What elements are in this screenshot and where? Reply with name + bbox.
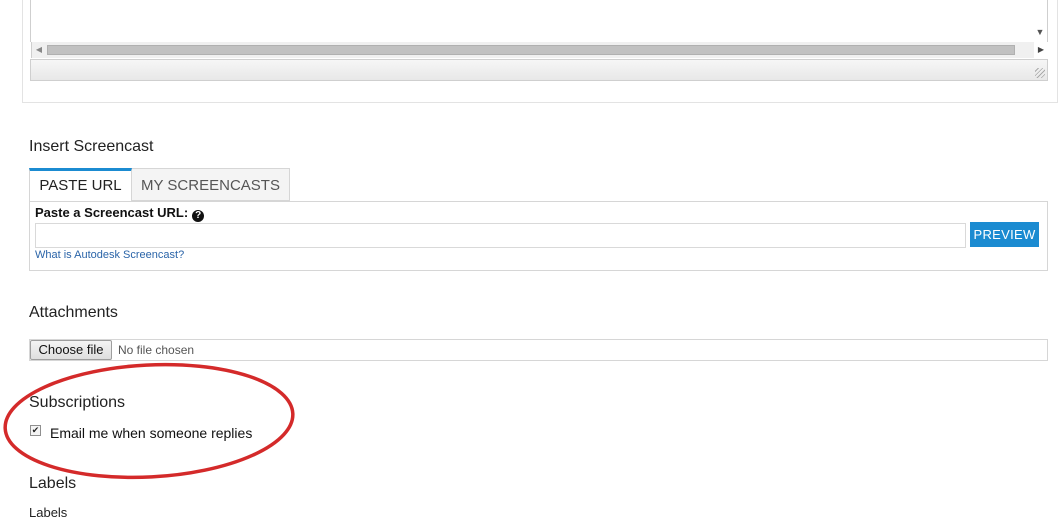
annotation-ellipse — [3, 362, 295, 480]
preview-button[interactable]: PREVIEW — [970, 222, 1039, 247]
labels-heading: Labels — [29, 475, 77, 492]
file-input[interactable]: Choose file No file chosen — [29, 339, 1048, 361]
email-replies-checkbox[interactable]: ✔ — [30, 425, 41, 436]
editor-text-area[interactable] — [30, 0, 1048, 42]
email-replies-label[interactable]: Email me when someone replies — [50, 425, 252, 441]
annotation-ellipse-shape — [3, 362, 295, 480]
screencast-url-input[interactable] — [35, 223, 966, 248]
resize-grip-icon[interactable] — [1035, 68, 1045, 78]
scroll-right-arrow-icon[interactable]: ▶ — [1034, 42, 1048, 58]
tab-paste-url[interactable]: PASTE URL — [29, 168, 132, 201]
attachments-heading: Attachments — [29, 304, 118, 321]
scroll-left-arrow-icon[interactable]: ◀ — [32, 42, 46, 58]
horizontal-scrollbar[interactable]: ◀ ▶ — [31, 42, 1044, 58]
subscriptions-heading: Subscriptions — [29, 394, 126, 411]
scroll-down-arrow-icon[interactable]: ▼ — [1033, 26, 1047, 38]
scrollbar-thumb[interactable] — [47, 45, 1015, 55]
file-status-text: No file chosen — [118, 343, 195, 357]
screencast-url-label-text: Paste a Screencast URL: — [35, 205, 189, 220]
help-icon[interactable]: ? — [192, 210, 205, 222]
labels-field-label: Labels — [29, 505, 68, 520]
screencast-heading: Insert Screencast — [29, 138, 154, 155]
editor-statusbar — [30, 59, 1048, 81]
what-is-screencast-link[interactable]: What is Autodesk Screencast? — [35, 249, 184, 261]
screencast-url-label: Paste a Screencast URL:? — [35, 205, 205, 222]
tab-my-screencasts[interactable]: MY SCREENCASTS — [131, 168, 290, 201]
choose-file-button[interactable]: Choose file — [30, 340, 112, 360]
